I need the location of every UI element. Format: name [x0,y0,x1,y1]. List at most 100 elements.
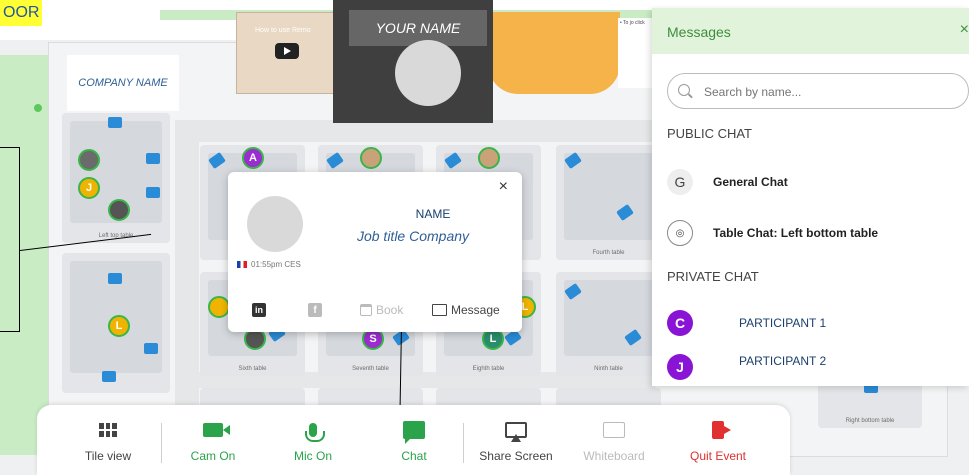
my-avatar [395,40,461,106]
chair[interactable] [146,153,160,164]
table-ninth[interactable]: Ninth table [556,272,661,376]
linkedin-icon: in [252,303,266,317]
table-name-label: Eighth table [472,366,505,372]
table-name-label: Seventh table [352,366,389,372]
mic-on-label: Mic On [293,449,332,463]
facebook-button[interactable]: f [308,303,322,317]
close-icon[interactable]: × [960,21,969,39]
seat-avatar[interactable]: J [78,177,100,199]
france-flag-icon [237,261,247,268]
table-surface [564,153,653,240]
chat-avatar: J [667,354,693,380]
chat-item-label: PARTICIPANT 2 [739,354,827,368]
facebook-icon: f [308,303,322,317]
quit-event-label: Quit Event [689,449,747,463]
message-icon [432,304,447,316]
chair[interactable] [108,273,122,284]
floor-name-label: OOR [0,0,43,26]
table-left-bottom[interactable]: L [62,253,170,393]
calendar-icon [360,304,372,316]
seat-avatar[interactable] [208,296,230,318]
stage-note: • To jo click [618,18,652,88]
profile-local-time: 01:55pm CES [237,260,301,269]
whiteboard-label: Whiteboard [583,449,645,463]
linkedin-button[interactable]: in [252,303,266,317]
quit-event-button[interactable]: Quit Event [673,419,763,475]
seat-avatar-initial: L [115,320,123,332]
cam-on-label: Cam On [190,449,236,463]
seat-avatar[interactable] [108,199,130,221]
profile-time-text: 01:55pm CES [251,260,301,269]
chair[interactable] [102,371,116,382]
seat-avatar[interactable] [78,149,100,171]
seat-avatar-initial: A [249,152,257,164]
table-name-label: Ninth table [594,366,623,372]
share-screen-label: Share Screen [479,449,553,463]
message-label: Message [451,303,500,317]
whiteboard-button[interactable]: Whiteboard [569,419,659,475]
tile-view-label: Tile view [84,449,132,463]
exit-icon [712,421,731,439]
toolbar-divider [161,423,162,463]
company-name-box: COMPANY NAME [67,55,179,111]
profile-card: × NAME Job title Company 01:55pm CES in … [228,172,522,332]
chat-item-participant-2[interactable]: J PARTICIPANT 2 [667,352,957,382]
search-input[interactable] [704,82,954,102]
chair[interactable] [144,343,158,354]
tile-view-button[interactable]: Tile view [63,419,153,475]
chat-item-label: PARTICIPANT 1 [739,316,827,330]
chat-button[interactable]: Chat [369,419,459,475]
chat-avatar: G [667,169,693,195]
chair[interactable] [108,117,122,128]
whiteboard-icon [603,422,625,438]
chat-item-participant-1[interactable]: C PARTICIPANT 1 [667,308,957,338]
floor-corridor [175,120,199,405]
video-thumbnail[interactable]: How to use Remo [236,12,336,94]
chair[interactable] [146,187,160,198]
seat-avatar[interactable]: L [108,315,130,337]
table-left-top[interactable]: J Left top table [62,113,170,243]
share-screen-icon [505,422,527,442]
profile-name: NAME [415,207,451,221]
video-title: How to use Remo [255,27,311,34]
messages-panel: Messages × PUBLIC CHAT G General Chat ◎ … [652,8,969,386]
seat-avatar-initial: L [489,333,497,345]
company-name-text: COMPANY NAME [78,76,168,89]
grid-icon [99,423,117,437]
table-name-label: Right bottom table [845,418,895,424]
seat-avatar[interactable]: A [242,147,264,169]
search-box[interactable] [667,73,969,109]
book-label: Book [376,303,404,317]
book-button[interactable]: Book [360,303,403,317]
profile-job-title: Job title Company [356,228,470,244]
seat-avatar[interactable] [478,147,500,169]
chat-icon [403,421,425,444]
chat-item-label: Table Chat: Left bottom table [713,226,879,240]
chat-label: Chat [401,449,427,463]
microphone-icon [305,423,325,442]
chat-item-table[interactable]: ◎ Table Chat: Left bottom table [667,218,957,248]
public-chat-heading: PUBLIC CHAT [667,126,752,141]
seat-avatar[interactable] [360,147,382,169]
table-fourth[interactable]: Fourth table [556,145,661,260]
close-icon[interactable]: × [499,178,508,196]
play-icon[interactable] [275,43,299,59]
share-screen-button[interactable]: Share Screen [471,419,561,475]
my-video-tile[interactable]: YOUR NAME [333,0,493,123]
chat-avatar: C [667,310,693,336]
chat-item-general[interactable]: G General Chat [667,167,957,197]
search-icon [678,84,690,96]
annotation-bracket [0,147,20,332]
message-button[interactable]: Message [432,303,500,317]
seat-avatar-initial: L [521,301,529,313]
mic-on-button[interactable]: Mic On [268,419,358,475]
seat-avatar-initial: S [369,333,377,345]
profile-actions: in f Book Message [228,298,522,322]
table-icon: ◎ [667,220,693,246]
camera-icon [203,423,230,437]
messages-header: Messages × [652,8,969,54]
stage-decoration [488,12,620,94]
cam-on-button[interactable]: Cam On [168,419,258,475]
profile-avatar [247,196,303,252]
table-name-label: Sixth table [238,366,267,372]
